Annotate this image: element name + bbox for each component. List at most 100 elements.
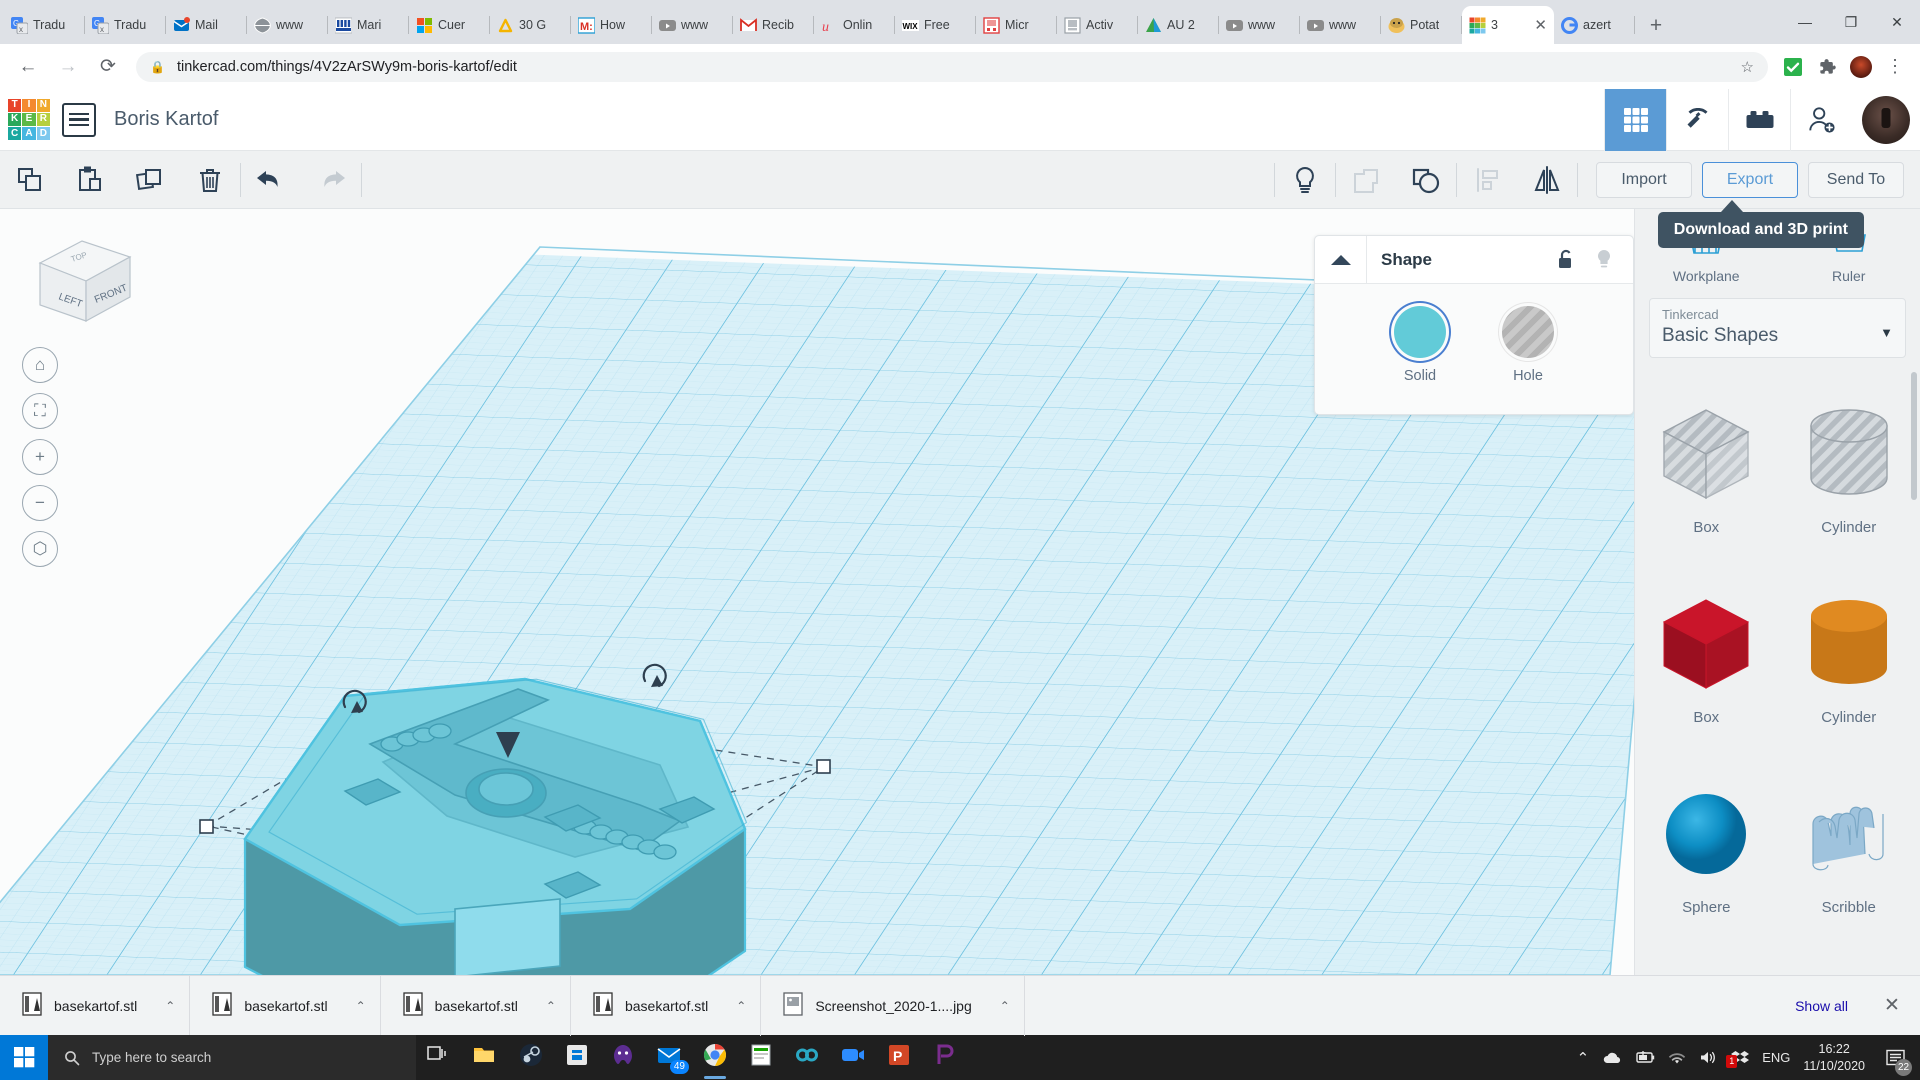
chevron-up-icon[interactable]: ⌃ bbox=[356, 999, 366, 1013]
browser-tab-18[interactable]: 3✕ bbox=[1462, 6, 1554, 44]
notes-lightbulb-button[interactable] bbox=[1275, 151, 1335, 209]
windows-start-icon[interactable] bbox=[0, 1035, 48, 1080]
browser-tab-1[interactable]: GxTradu bbox=[85, 6, 166, 44]
address-bar[interactable]: 🔒 tinkercad.com/things/4V2zArSWy9m-boris… bbox=[136, 52, 1768, 82]
task-view-button[interactable] bbox=[416, 1035, 462, 1080]
hole-swatch[interactable] bbox=[1502, 306, 1554, 358]
unlock-icon[interactable] bbox=[1547, 236, 1585, 284]
shape-library-select[interactable]: Tinkercad Basic Shapes ▼ bbox=[1649, 298, 1906, 358]
download-item-3[interactable]: basekartof.stl⌃ bbox=[571, 976, 761, 1036]
window-minimize-button[interactable]: — bbox=[1782, 0, 1828, 44]
copy-button[interactable] bbox=[0, 151, 60, 209]
undo-button[interactable] bbox=[241, 151, 301, 209]
shape-item-solid-cylinder[interactable]: Cylinder bbox=[1778, 562, 1920, 752]
pickaxe-minecraft-icon[interactable] bbox=[1666, 89, 1728, 151]
chrome-menu-icon[interactable]: ⋮ bbox=[1880, 52, 1910, 82]
dropbox-icon[interactable]: 1 bbox=[1731, 1050, 1749, 1066]
browser-tab-3[interactable]: www bbox=[247, 6, 328, 44]
shape-item-hole-box[interactable]: Box bbox=[1635, 372, 1778, 562]
chevron-up-icon[interactable]: ⌃ bbox=[736, 999, 746, 1013]
import-button[interactable]: Import bbox=[1596, 162, 1692, 198]
star-icon[interactable]: ☆ bbox=[1741, 58, 1754, 76]
back-button[interactable]: ← bbox=[10, 49, 46, 85]
user-avatar[interactable] bbox=[1862, 96, 1910, 144]
chrome-app[interactable] bbox=[692, 1035, 738, 1080]
align-button[interactable] bbox=[1457, 151, 1517, 209]
action-center-icon[interactable]: 22 bbox=[1878, 1035, 1912, 1080]
collapse-caret-icon[interactable] bbox=[1315, 236, 1367, 284]
brand-app[interactable] bbox=[922, 1035, 968, 1080]
tinkercad-logo[interactable]: TINKERCAD bbox=[8, 99, 50, 141]
browser-tab-19[interactable]: azert bbox=[1554, 6, 1635, 44]
libreoffice-app[interactable] bbox=[738, 1035, 784, 1080]
reload-button[interactable]: ⟳ bbox=[90, 49, 126, 85]
window-maximize-button[interactable]: ❐ bbox=[1828, 0, 1874, 44]
new-tab-button[interactable]: + bbox=[1641, 10, 1671, 40]
show-all-downloads-link[interactable]: Show all bbox=[1795, 998, 1848, 1014]
steam-app[interactable] bbox=[508, 1035, 554, 1080]
redo-button[interactable] bbox=[301, 151, 361, 209]
browser-tab-15[interactable]: www bbox=[1219, 6, 1300, 44]
chevron-up-icon[interactable]: ⌃ bbox=[165, 999, 175, 1013]
view-cube[interactable]: LEFT FRONT TOP bbox=[30, 231, 140, 331]
mail-app[interactable]: 49 bbox=[646, 1035, 692, 1080]
add-person-icon[interactable] bbox=[1790, 89, 1852, 151]
shape-item-scribble[interactable]: Scribble bbox=[1778, 752, 1920, 942]
page-title[interactable]: Boris Kartof bbox=[114, 108, 218, 131]
infinity-app[interactable] bbox=[784, 1035, 830, 1080]
browser-tab-14[interactable]: AU 2 bbox=[1138, 6, 1219, 44]
browser-tab-8[interactable]: www bbox=[652, 6, 733, 44]
microsoft-store-app[interactable] bbox=[554, 1035, 600, 1080]
checkmark-extension-icon[interactable] bbox=[1778, 52, 1808, 82]
browser-tab-13[interactable]: Activ bbox=[1057, 6, 1138, 44]
lego-brick-icon[interactable] bbox=[1728, 89, 1790, 151]
zoom-in-button[interactable]: + bbox=[22, 439, 58, 475]
puzzle-extensions-icon[interactable] bbox=[1812, 52, 1842, 82]
chevron-up-icon[interactable]: ⌃ bbox=[546, 999, 556, 1013]
download-item-0[interactable]: basekartof.stl⌃ bbox=[0, 976, 190, 1036]
search-taskbar-input[interactable]: Type here to search bbox=[48, 1035, 416, 1080]
send-to-button[interactable]: Send To bbox=[1808, 162, 1904, 198]
export-button[interactable]: Export bbox=[1702, 162, 1798, 198]
browser-tab-11[interactable]: WIXFree bbox=[895, 6, 976, 44]
forward-button[interactable]: → bbox=[50, 49, 86, 85]
ortho-perspective-button[interactable]: ⬡ bbox=[22, 531, 58, 567]
browser-tab-5[interactable]: Cuer bbox=[409, 6, 490, 44]
solid-swatch[interactable] bbox=[1394, 306, 1446, 358]
browser-tab-16[interactable]: www bbox=[1300, 6, 1381, 44]
download-item-1[interactable]: basekartof.stl⌃ bbox=[190, 976, 380, 1036]
shape-palette-scrollbar[interactable] bbox=[1911, 372, 1917, 500]
download-item-2[interactable]: basekartof.stl⌃ bbox=[381, 976, 571, 1036]
browser-tab-0[interactable]: GxTradu bbox=[4, 6, 85, 44]
chevron-up-icon[interactable]: ⌃ bbox=[1000, 999, 1010, 1013]
close-downloads-bar-button[interactable]: ✕ bbox=[1870, 994, 1914, 1017]
fit-to-view-button[interactable]: ⛶ bbox=[22, 393, 58, 429]
group-button[interactable] bbox=[1396, 151, 1456, 209]
delete-button[interactable] bbox=[180, 151, 240, 209]
browser-tab-9[interactable]: Recib bbox=[733, 6, 814, 44]
browser-tab-4[interactable]: Mari bbox=[328, 6, 409, 44]
browser-tab-12[interactable]: Micr bbox=[976, 6, 1057, 44]
lightbulb-icon[interactable] bbox=[1585, 236, 1623, 284]
3d-workspace[interactable]: LEFT FRONT TOP ⌂ ⛶ + − ⬡ Shape bbox=[0, 209, 1920, 975]
powerpoint-app[interactable]: P bbox=[876, 1035, 922, 1080]
duplicate-button[interactable] bbox=[120, 151, 180, 209]
ungroup-button[interactable] bbox=[1336, 151, 1396, 209]
browser-tab-17[interactable]: Potat bbox=[1381, 6, 1462, 44]
browser-tab-2[interactable]: Mail bbox=[166, 6, 247, 44]
zoom-out-button[interactable]: − bbox=[22, 485, 58, 521]
window-close-button[interactable]: ✕ bbox=[1874, 0, 1920, 44]
hole-option[interactable]: Hole bbox=[1502, 306, 1554, 384]
file-explorer-app[interactable] bbox=[462, 1035, 508, 1080]
shape-item-hole-cylinder[interactable]: Cylinder bbox=[1778, 372, 1920, 562]
home-view-button[interactable]: ⌂ bbox=[22, 347, 58, 383]
list-menu-icon[interactable] bbox=[62, 103, 96, 137]
tray-overflow-icon[interactable]: ⌃ bbox=[1577, 1049, 1590, 1067]
mirror-flip-button[interactable] bbox=[1517, 151, 1577, 209]
paste-button[interactable] bbox=[60, 151, 120, 209]
browser-tab-6[interactable]: 30 G bbox=[490, 6, 571, 44]
language-indicator[interactable]: ENG bbox=[1762, 1050, 1790, 1065]
download-item-4[interactable]: Screenshot_2020-1....jpg⌃ bbox=[761, 976, 1025, 1036]
close-tab-icon[interactable]: ✕ bbox=[1534, 18, 1547, 33]
shape-item-solid-sphere[interactable]: Sphere bbox=[1635, 752, 1778, 942]
